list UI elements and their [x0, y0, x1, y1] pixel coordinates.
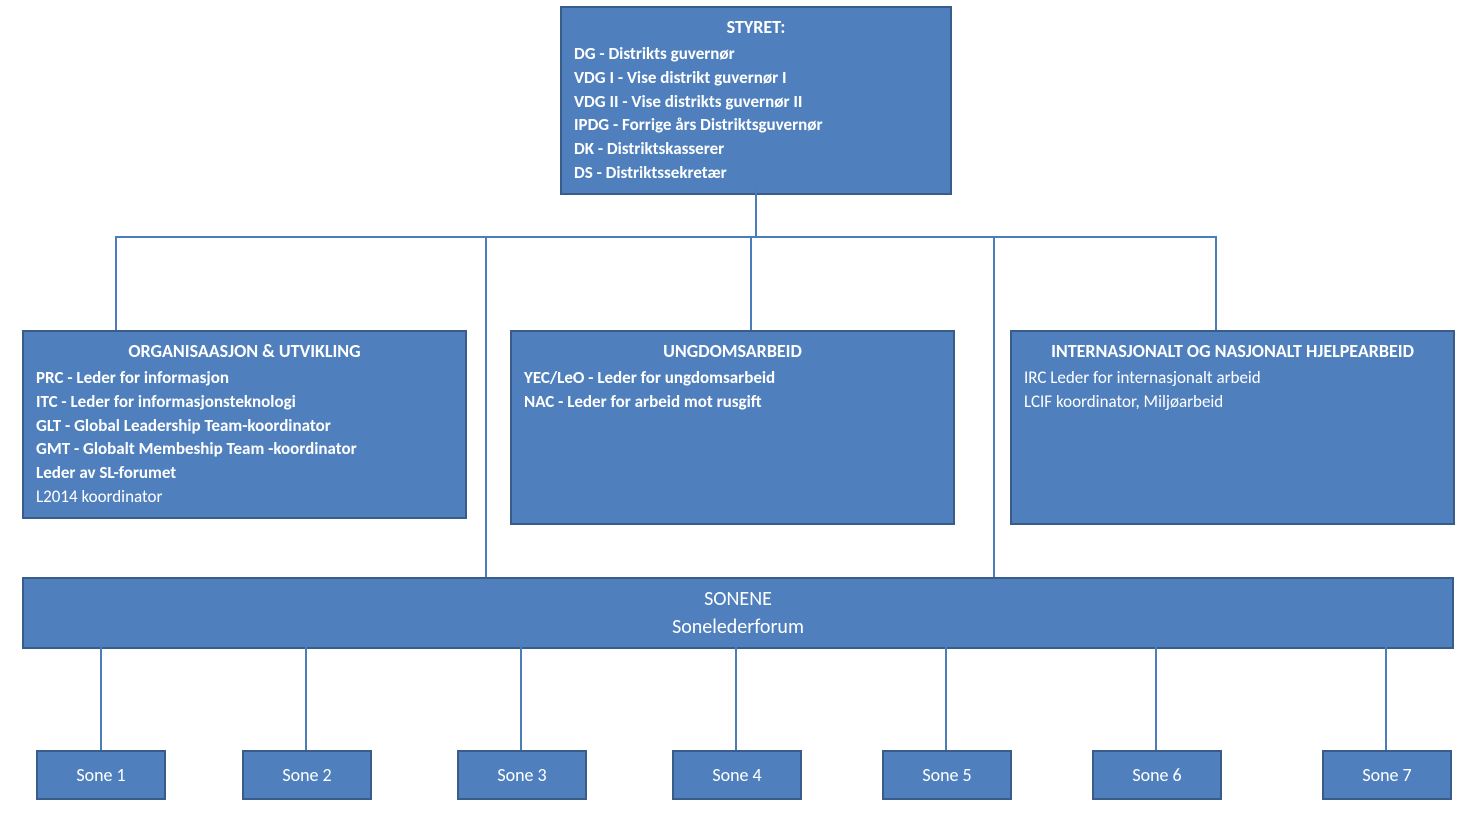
- connector: [115, 236, 117, 331]
- ungdom-title: UNGDOMSARBEID: [524, 340, 941, 362]
- styret-line: VDG II - Vise distrikts guvernør II: [574, 90, 938, 114]
- sone-label: Sone 7: [1362, 764, 1411, 786]
- connector: [993, 236, 995, 577]
- connector: [305, 645, 307, 750]
- sonene-subtitle: Sonelederforum: [30, 613, 1446, 641]
- connector: [1155, 645, 1157, 750]
- sone-box-7: Sone 7: [1322, 750, 1452, 800]
- styret-line: DK - Distriktskasserer: [574, 137, 938, 161]
- org-line: GLT - Global Leadership Team-koordinator: [36, 414, 453, 438]
- sone-label: Sone 4: [712, 764, 761, 786]
- sone-label: Sone 6: [1132, 764, 1181, 786]
- connector: [100, 645, 102, 750]
- sone-label: Sone 1: [76, 764, 125, 786]
- inter-box: INTERNASJONALT OG NASJONALT HJELPEARBEID…: [1010, 330, 1455, 525]
- connector: [1215, 236, 1217, 331]
- styret-line: DG - Distrikts guvernør: [574, 42, 938, 66]
- connector: [1385, 645, 1387, 750]
- sonene-box: SONENE Sonelederforum: [22, 577, 1454, 649]
- sone-label: Sone 2: [282, 764, 331, 786]
- sone-box-6: Sone 6: [1092, 750, 1222, 800]
- sone-box-3: Sone 3: [457, 750, 587, 800]
- inter-line: IRC Leder for internasjonalt arbeid: [1024, 366, 1441, 390]
- org-line: PRC - Leder for informasjon: [36, 366, 453, 390]
- styret-title: STYRET:: [574, 16, 938, 38]
- org-line: L2014 koordinator: [36, 485, 453, 509]
- ungdom-line: NAC - Leder for arbeid mot rusgift: [524, 390, 941, 414]
- sone-box-1: Sone 1: [36, 750, 166, 800]
- org-box: ORGANISAASJON & UTVIKLING PRC - Leder fo…: [22, 330, 467, 519]
- ungdom-box: UNGDOMSARBEID YEC/LeO - Leder for ungdom…: [510, 330, 955, 525]
- sonene-title: SONENE: [30, 585, 1446, 613]
- org-line: ITC - Leder for informasjonsteknologi: [36, 390, 453, 414]
- connector: [755, 186, 757, 236]
- org-title: ORGANISAASJON & UTVIKLING: [36, 340, 453, 362]
- sone-box-4: Sone 4: [672, 750, 802, 800]
- inter-line: LCIF koordinator, Miljøarbeid: [1024, 390, 1441, 414]
- sone-label: Sone 5: [922, 764, 971, 786]
- connector: [735, 645, 737, 750]
- connector: [750, 236, 752, 331]
- styret-line: IPDG - Forrige års Distriktsguvernør: [574, 113, 938, 137]
- connector: [945, 645, 947, 750]
- styret-line: DS - Distriktssekretær: [574, 161, 938, 185]
- org-line: Leder av SL-forumet: [36, 461, 453, 485]
- sone-box-2: Sone 2: [242, 750, 372, 800]
- connector: [115, 236, 1215, 238]
- inter-title: INTERNASJONALT OG NASJONALT HJELPEARBEID: [1024, 340, 1441, 362]
- connector: [520, 645, 522, 750]
- styret-line: VDG I - Vise distrikt guvernør I: [574, 66, 938, 90]
- sone-label: Sone 3: [497, 764, 546, 786]
- styret-box: STYRET: DG - Distrikts guvernør VDG I - …: [560, 6, 952, 195]
- ungdom-line: YEC/LeO - Leder for ungdomsarbeid: [524, 366, 941, 390]
- sone-box-5: Sone 5: [882, 750, 1012, 800]
- org-line: GMT - Globalt Membeship Team -koordinato…: [36, 437, 453, 461]
- connector: [485, 236, 487, 577]
